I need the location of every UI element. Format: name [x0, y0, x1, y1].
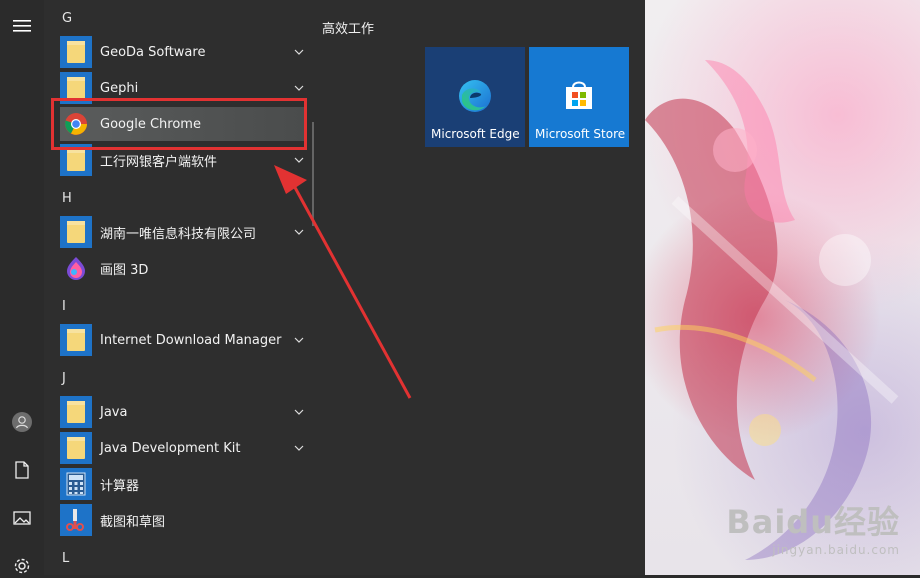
- annotation-arrow: [274, 165, 412, 399]
